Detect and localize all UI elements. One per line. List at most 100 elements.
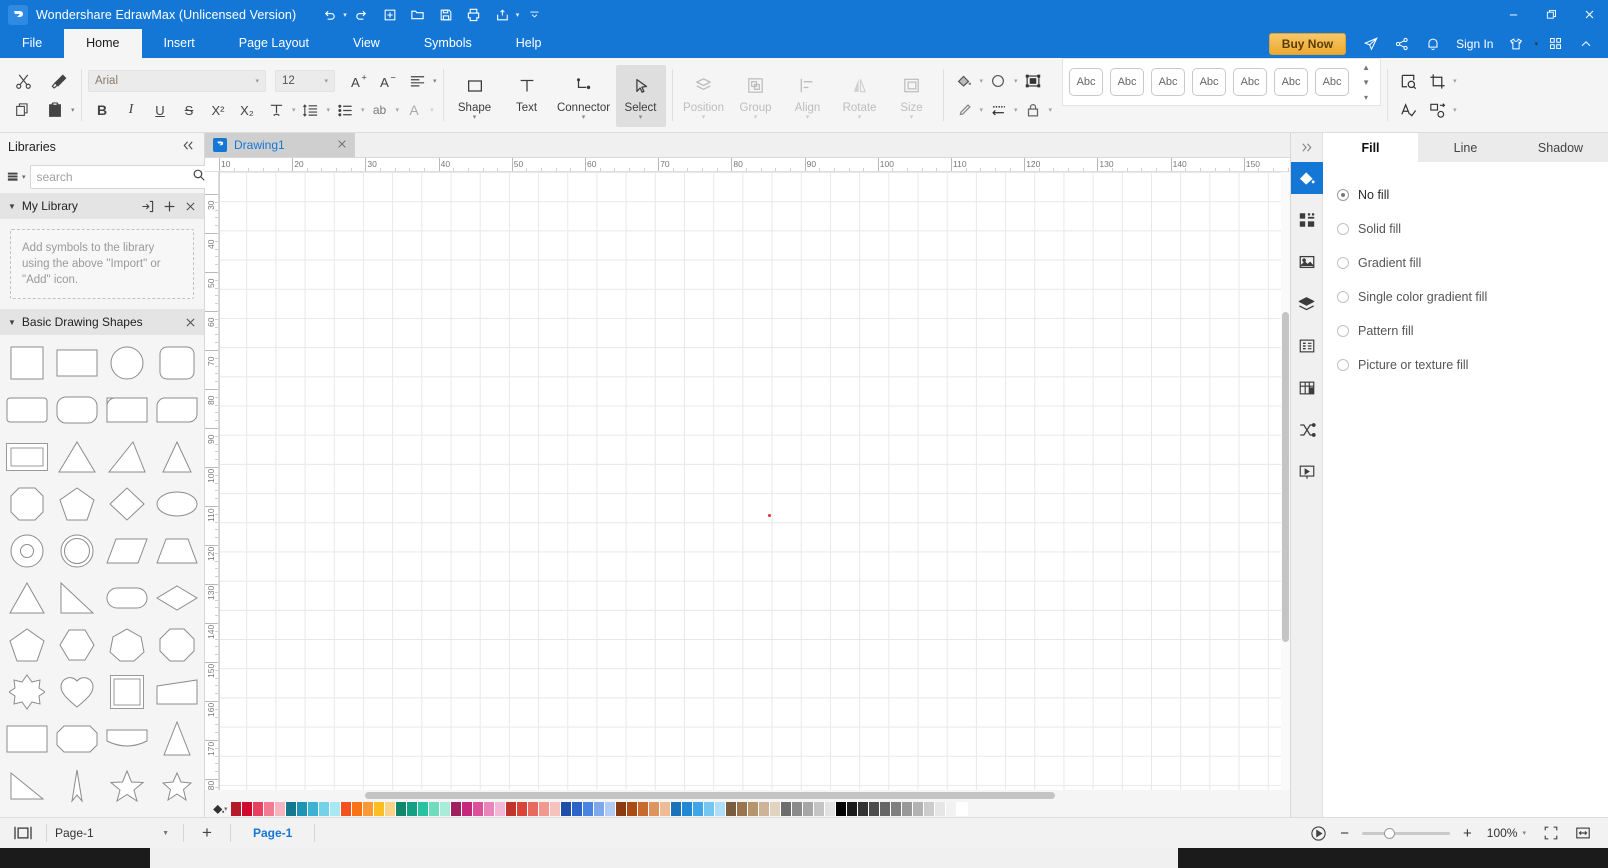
export-caret-icon[interactable]: ▾ [516,11,520,19]
crop-button[interactable] [1423,68,1451,94]
theme-shirt-icon[interactable] [1502,32,1530,56]
theme-caret-icon[interactable]: ▾ [1534,40,1538,48]
section-my-library[interactable]: ▼ My Library [0,193,204,219]
palette-swatch[interactable] [549,802,561,816]
tab-file[interactable]: File [0,29,64,58]
redo-button[interactable] [349,3,375,27]
palette-swatch[interactable] [681,802,693,816]
tab-shadow[interactable]: Shadow [1513,133,1608,162]
page-setup-panel-icon[interactable] [1291,330,1323,362]
lock-caret-icon[interactable]: ▾ [1049,106,1053,114]
zoom-out-button[interactable]: − [1335,825,1354,842]
vertical-ruler[interactable]: 30 40 50 60 70 80 90 100 110 120 130 140 150 160 170 18… [205,172,219,790]
palette-swatch[interactable] [230,802,242,816]
palette-swatch[interactable] [384,802,396,816]
triangle-isosceles-shape[interactable] [52,433,102,480]
strikethrough-button[interactable]: S [175,97,203,123]
horizontal-ruler[interactable]: 1020304050607080901001101201301401501601… [205,158,1290,172]
select-all-shapes-button[interactable] [1019,68,1047,94]
style-swatch[interactable]: Abc [1315,68,1350,96]
page-view-icon[interactable] [8,821,38,845]
palette-swatch[interactable] [307,802,319,816]
double-frame-square-shape[interactable] [102,668,152,715]
palette-swatch[interactable] [582,802,594,816]
palette-swatch[interactable] [714,802,726,816]
palette-swatch[interactable] [417,802,429,816]
line-style-button[interactable] [984,97,1012,123]
fill-option-no-fill[interactable]: No fill [1337,178,1608,212]
shape-tool[interactable]: Shape ▾ [450,65,500,127]
basic-shapes-expand-icon[interactable]: ▼ [8,318,16,327]
bullet-list-button[interactable] [331,97,359,123]
close-window-button[interactable] [1570,0,1608,29]
heptagon-shape[interactable] [102,621,152,668]
palette-swatch[interactable] [604,802,616,816]
connector-tool[interactable]: Connector ▾ [554,65,614,127]
line-color-button[interactable] [950,97,978,123]
star-eight-point-shape[interactable] [2,668,52,715]
search-icon[interactable] [192,168,206,185]
star-five-point-outline-shape[interactable] [152,762,202,809]
trapezoid-shape[interactable] [152,527,202,574]
replace-shape-button[interactable] [1423,97,1451,123]
export-share-button[interactable] [489,3,515,27]
gallery-scroll-up-icon[interactable]: ▲ [1358,60,1374,74]
palette-swatch[interactable] [406,802,418,816]
increase-font-size-button[interactable]: A + [345,68,373,94]
cut-button[interactable] [6,68,40,94]
find-replace-button[interactable] [1394,68,1422,94]
line-spacing-button[interactable] [297,97,325,123]
palette-swatch[interactable] [340,802,352,816]
rounded-rectangle-small-shape[interactable] [2,386,52,433]
shape-tool-caret-icon[interactable]: ▾ [473,114,477,121]
align-caret-icon[interactable]: ▾ [806,114,810,121]
canvas-horizontal-scrollbar[interactable] [205,790,1290,801]
palette-swatch[interactable] [516,802,528,816]
radio-no-fill[interactable] [1337,189,1349,201]
palette-swatch[interactable] [428,802,440,816]
style-swatch[interactable]: Abc [1069,68,1104,96]
palette-swatch[interactable] [824,802,836,816]
close-my-library-icon[interactable] [185,201,196,212]
palette-swatch[interactable] [648,802,660,816]
tab-help[interactable]: Help [494,29,564,58]
close-basic-shapes-icon[interactable] [185,317,196,328]
library-import-icon[interactable] [6,166,22,188]
palette-swatch[interactable] [747,802,759,816]
start-presentation-icon[interactable] [1303,821,1333,845]
palette-swatch[interactable] [373,802,385,816]
palette-swatch[interactable] [472,802,484,816]
zoom-slider-knob[interactable] [1384,827,1396,839]
apps-grid-icon[interactable] [1541,32,1569,56]
palette-swatch[interactable] [901,802,913,816]
document-tab-drawing1[interactable]: Drawing1 [205,132,355,157]
style-swatch[interactable]: Abc [1192,68,1227,96]
italic-button[interactable]: I [117,97,145,123]
text-color-button[interactable] [262,97,290,123]
rounded-rectangle-shape[interactable] [52,386,102,433]
notifications-bell-icon[interactable] [1419,32,1447,56]
connector-panel-icon[interactable] [1291,414,1323,446]
octagon-corner-cut-shape[interactable] [2,480,52,527]
shape-list-scroll[interactable] [0,335,204,817]
palette-swatch[interactable] [329,802,341,816]
radio-solid-fill[interactable] [1337,223,1349,235]
palette-swatch[interactable] [868,802,880,816]
search-input[interactable] [36,169,192,184]
import-library-icon[interactable] [141,200,154,213]
diamond-shape[interactable] [102,480,152,527]
font-family-select[interactable]: Arial ▾ [88,70,266,92]
select-tool[interactable]: Select ▾ [615,64,666,127]
share-icon[interactable] [1388,32,1416,56]
fill-option-pattern-fill[interactable]: Pattern fill [1337,314,1608,348]
customize-quick-access-button[interactable] [521,3,547,27]
shadow-style-caret-icon[interactable]: ▾ [1014,77,1018,85]
palette-swatch[interactable] [879,802,891,816]
group-button[interactable]: Group ▾ [731,65,781,127]
rotate-caret-icon[interactable]: ▾ [858,114,862,121]
style-swatch[interactable]: Abc [1110,68,1145,96]
palette-swatch[interactable] [890,802,902,816]
position-caret-icon[interactable]: ▾ [702,114,706,121]
page-select[interactable]: Page-1 ▼ [55,826,175,840]
collapse-ribbon-icon[interactable] [1572,32,1600,56]
